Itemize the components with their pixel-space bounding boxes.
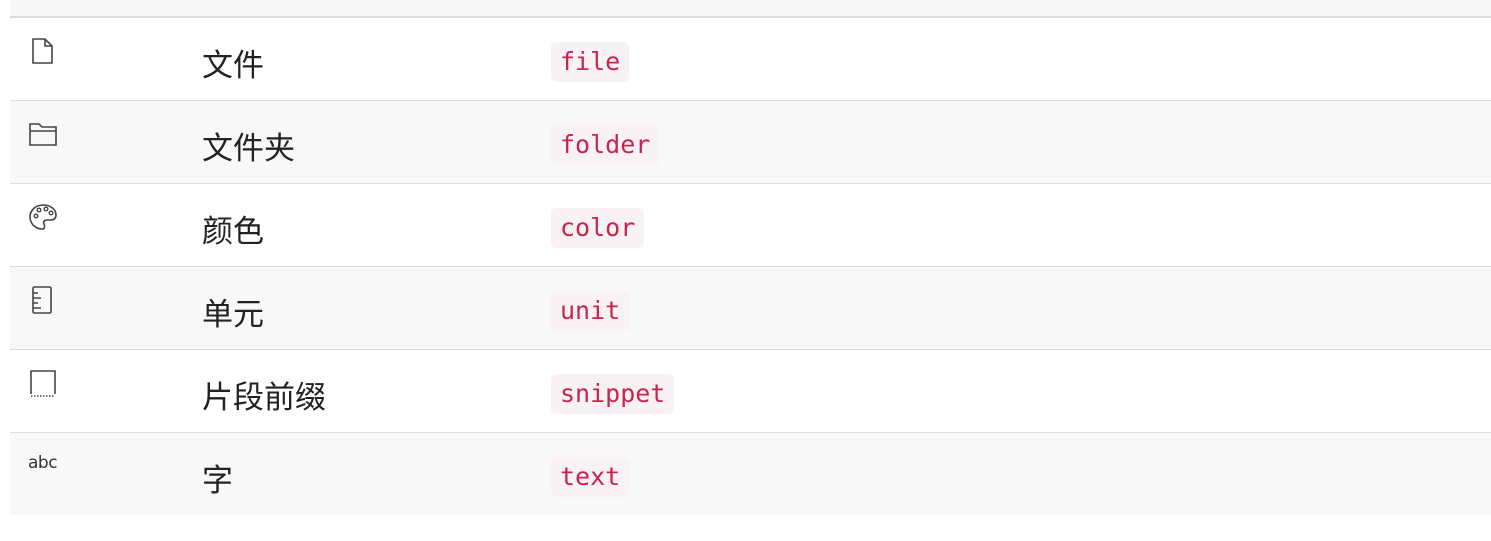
kind-code: folder <box>551 125 660 165</box>
palette-icon <box>28 202 58 232</box>
table-top-strip <box>10 0 1491 18</box>
folder-icon <box>28 119 58 149</box>
kind-code: color <box>551 208 645 248</box>
table-row: 单元 unit <box>10 267 1491 350</box>
kind-name: 字 <box>202 463 233 499</box>
table-row: 片段前缀 snippet <box>10 350 1491 433</box>
text-icon: abc <box>28 453 58 473</box>
table-row: 文件 file <box>10 18 1491 101</box>
kind-name: 文件 <box>202 48 264 84</box>
ruler-icon <box>28 285 58 315</box>
completion-kinds-table: 文件 file 文件夹 folder 颜色 color 单元 unit 片段前缀… <box>10 0 1491 515</box>
table-row: 文件夹 folder <box>10 101 1491 184</box>
kind-code: file <box>551 42 630 82</box>
kind-code: snippet <box>551 374 675 414</box>
kind-name: 单元 <box>202 297 264 333</box>
snippet-icon <box>28 368 58 398</box>
file-icon <box>28 36 58 66</box>
kind-name: 片段前缀 <box>202 380 326 416</box>
kind-name: 文件夹 <box>202 131 295 167</box>
kind-code: unit <box>551 291 630 331</box>
table-row: 颜色 color <box>10 184 1491 267</box>
table-row: abc 字 text <box>10 433 1491 515</box>
kind-name: 颜色 <box>202 214 264 250</box>
kind-code: text <box>551 457 630 497</box>
